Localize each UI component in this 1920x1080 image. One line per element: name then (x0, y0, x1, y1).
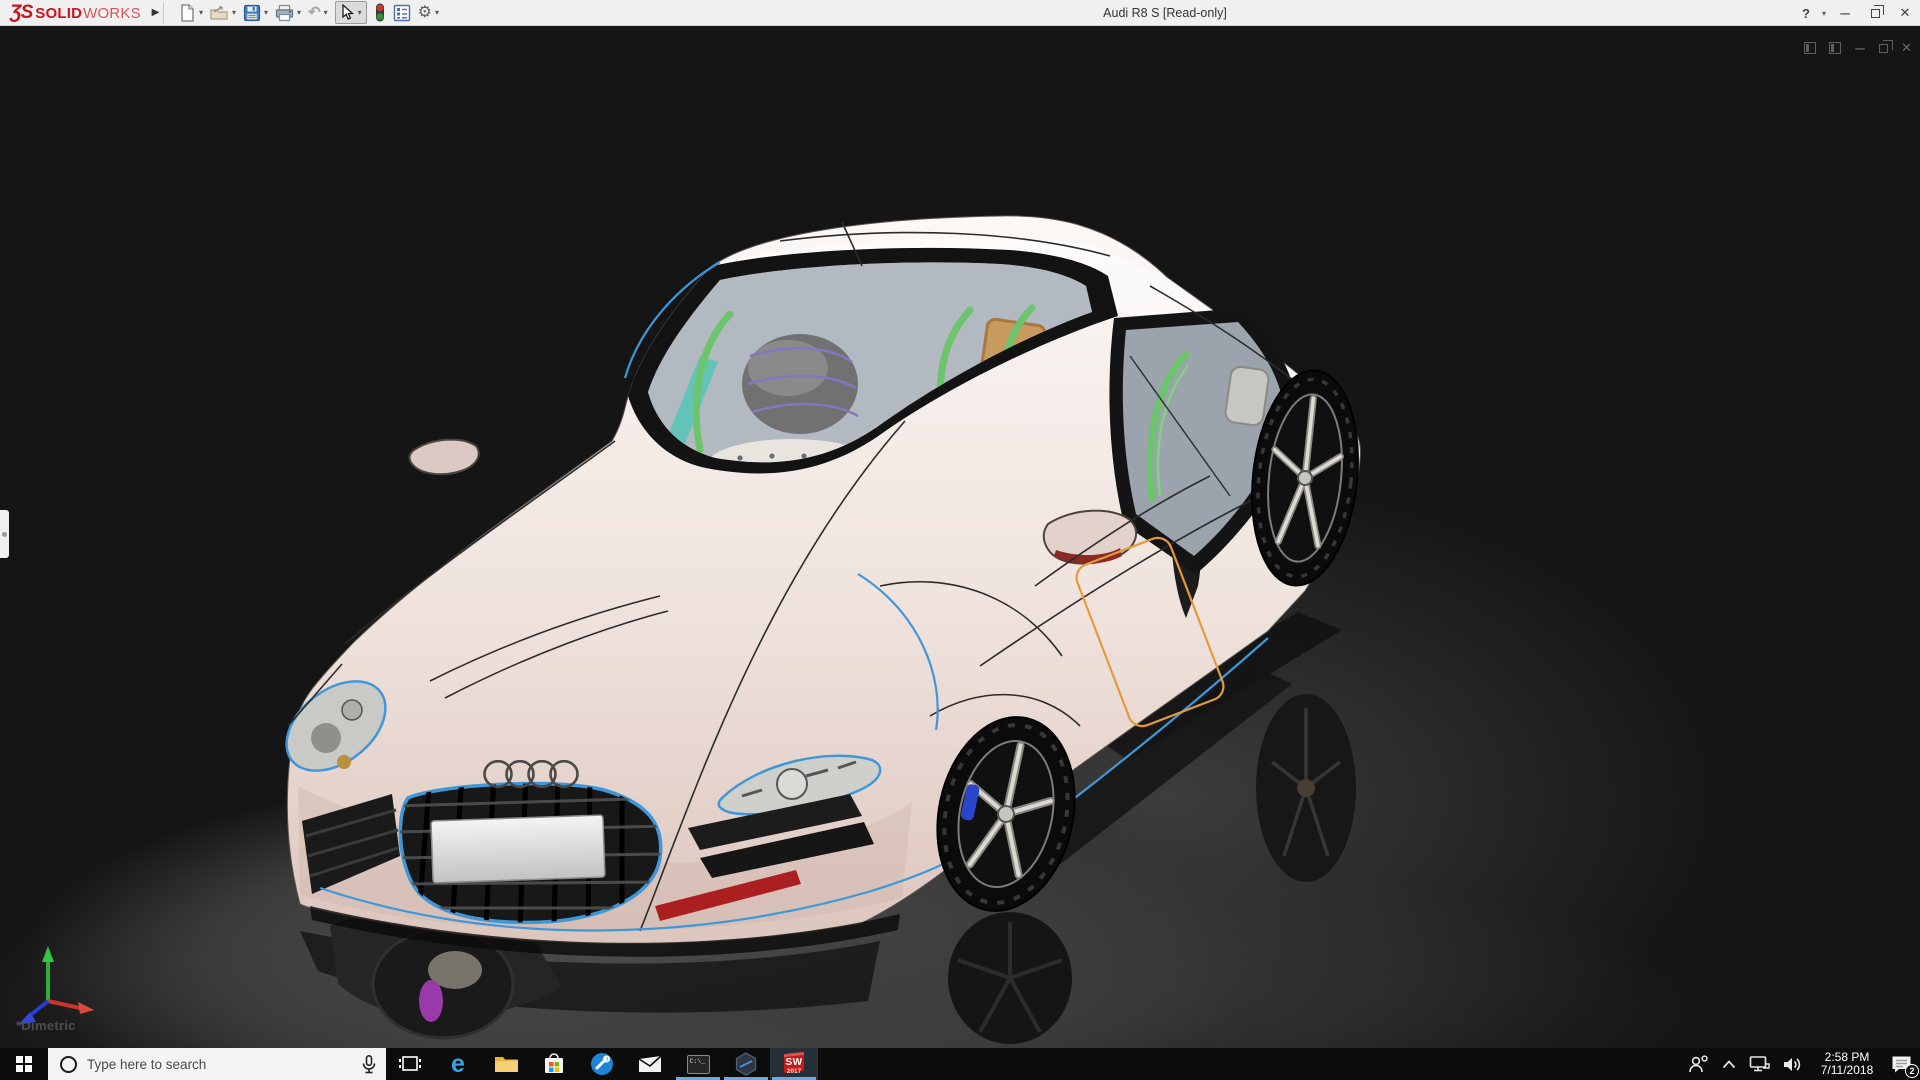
undo-caret[interactable]: ▾ (324, 8, 328, 17)
search-input[interactable] (87, 1056, 337, 1072)
open-icon (210, 5, 228, 20)
save-icon (243, 4, 261, 21)
tray-clock[interactable]: 2:58 PM 7/11/2018 (1816, 1051, 1878, 1077)
tray-date: 7/11/2018 (1820, 1063, 1874, 1077)
start-button[interactable] (0, 1048, 48, 1080)
reflected-rear-wheel (1256, 694, 1356, 882)
select-tool-button[interactable]: ▾ (334, 1, 367, 24)
help-button[interactable]: ? (1794, 0, 1818, 26)
speaker-icon (1784, 1057, 1801, 1071)
model-canvas[interactable] (0, 26, 1920, 1048)
open-caret[interactable]: ▾ (232, 8, 236, 17)
brand-name-bold: SOLID (35, 4, 83, 22)
undo-button[interactable]: ↶ ▾ (308, 5, 328, 20)
new-document-button[interactable]: ▾ (178, 3, 203, 22)
network-icon (1749, 1056, 1770, 1072)
print-caret[interactable]: ▾ (297, 8, 301, 17)
microsoft-store-button[interactable] (530, 1048, 578, 1080)
document-minimize-icon[interactable]: — (1855, 41, 1865, 55)
close-button[interactable]: ✕ (1890, 0, 1920, 26)
document-close-icon[interactable]: ✕ (1901, 40, 1912, 56)
mail-icon (638, 1055, 662, 1072)
print-button[interactable]: ▾ (275, 4, 301, 22)
restore-button[interactable] (1860, 0, 1890, 26)
file-explorer-button[interactable] (482, 1048, 530, 1080)
people-button[interactable] (1687, 1055, 1709, 1073)
edge-icon: e (451, 1049, 465, 1078)
titlebar: ƷS SOLID WORKS ▶ ▾ ▾ ▾ ▾ ↶ ▾ ▾ ⚙ ▾ Audi … (0, 0, 1920, 26)
select-cursor-icon (342, 4, 354, 20)
document-window-icon[interactable] (1804, 42, 1817, 54)
menu-flyout-button[interactable]: ▶ (148, 1, 164, 24)
network-button[interactable] (1749, 1055, 1770, 1073)
solidworks-2017-button[interactable]: SW 2017 (770, 1048, 818, 1080)
command-prompt-icon: C:\_ (686, 1054, 710, 1074)
save-button[interactable]: ▾ (243, 4, 268, 22)
graphics-viewport[interactable]: — ✕ *Dimetric (0, 26, 1920, 1048)
display-states-button[interactable] (374, 3, 386, 22)
chevron-up-icon (1722, 1059, 1736, 1068)
command-prompt-button[interactable]: C:\_ (674, 1048, 722, 1080)
gear-icon: ⚙ (417, 3, 433, 21)
new-document-icon (181, 3, 194, 22)
reflected-caliper-magenta (419, 980, 443, 1022)
property-manager-button[interactable] (393, 4, 411, 22)
view-orientation-label: *Dimetric (16, 1018, 76, 1033)
task-view-icon (399, 1056, 421, 1071)
task-view-button[interactable] (386, 1048, 434, 1080)
help-caret[interactable]: ▾ (1818, 0, 1830, 26)
traffic-light-icon (375, 3, 384, 22)
document-window-icon-2[interactable] (1829, 42, 1842, 54)
quick-access-toolbar: ▾ ▾ ▾ ▾ ↶ ▾ ▾ ⚙ ▾ (178, 1, 439, 24)
settings-tool-button[interactable] (578, 1048, 626, 1080)
action-center-button[interactable]: 2 (1891, 1055, 1919, 1078)
solidworks-2017-icon: SW 2017 (782, 1052, 806, 1076)
select-tool-caret[interactable]: ▾ (358, 8, 362, 17)
document-window-controls: — ✕ (1804, 40, 1912, 56)
restore-icon (1870, 5, 1884, 18)
license-plate (430, 814, 606, 884)
system-tray: 2:58 PM 7/11/2018 2 (1687, 1048, 1920, 1080)
options-button[interactable]: ⚙ ▾ (417, 3, 439, 21)
taskbar-search[interactable] (48, 1048, 386, 1080)
undo-icon: ↶ (308, 4, 321, 21)
solidworks-rx-button[interactable] (722, 1048, 770, 1080)
minimize-icon: — (1840, 6, 1850, 20)
volume-button[interactable] (1783, 1056, 1803, 1073)
save-caret[interactable]: ▾ (264, 8, 268, 17)
microsoft-store-icon (545, 1053, 563, 1073)
brand-name-light: WORKS (83, 4, 141, 22)
notification-badge: 2 (1905, 1063, 1919, 1078)
document-title: Audi R8 S [Read-only] (1103, 6, 1227, 20)
edge-button[interactable]: e (434, 1048, 482, 1080)
wrench-circle-icon (591, 1053, 613, 1075)
microphone-icon[interactable] (362, 1055, 376, 1074)
mail-button[interactable] (626, 1048, 674, 1080)
property-list-icon (393, 4, 410, 21)
minimize-button[interactable]: — (1830, 0, 1860, 26)
reflected-front-wheel (948, 912, 1072, 1044)
print-icon (275, 4, 294, 21)
feature-manager-collapsed-tab[interactable] (0, 510, 9, 558)
hidden-icons-button[interactable] (1722, 1059, 1736, 1069)
open-button[interactable]: ▾ (210, 4, 236, 22)
hexagon-app-icon (735, 1052, 757, 1076)
taskbar: e (0, 1048, 1920, 1080)
solidworks-logo-icon: ƷS (10, 1, 33, 23)
new-document-caret[interactable]: ▾ (199, 8, 203, 17)
people-icon (1689, 1055, 1708, 1073)
options-caret[interactable]: ▾ (435, 8, 439, 17)
window-controls: ? ▾ — ✕ (1794, 0, 1920, 26)
document-restore-icon[interactable] (1879, 40, 1893, 53)
solidworks-logo: ƷS SOLID WORKS (0, 2, 148, 24)
windows-logo-icon (16, 1056, 32, 1072)
cortana-icon (60, 1055, 77, 1073)
file-explorer-icon (494, 1057, 518, 1072)
taskbar-apps: e C:\_ SW 2017 (386, 1048, 818, 1080)
